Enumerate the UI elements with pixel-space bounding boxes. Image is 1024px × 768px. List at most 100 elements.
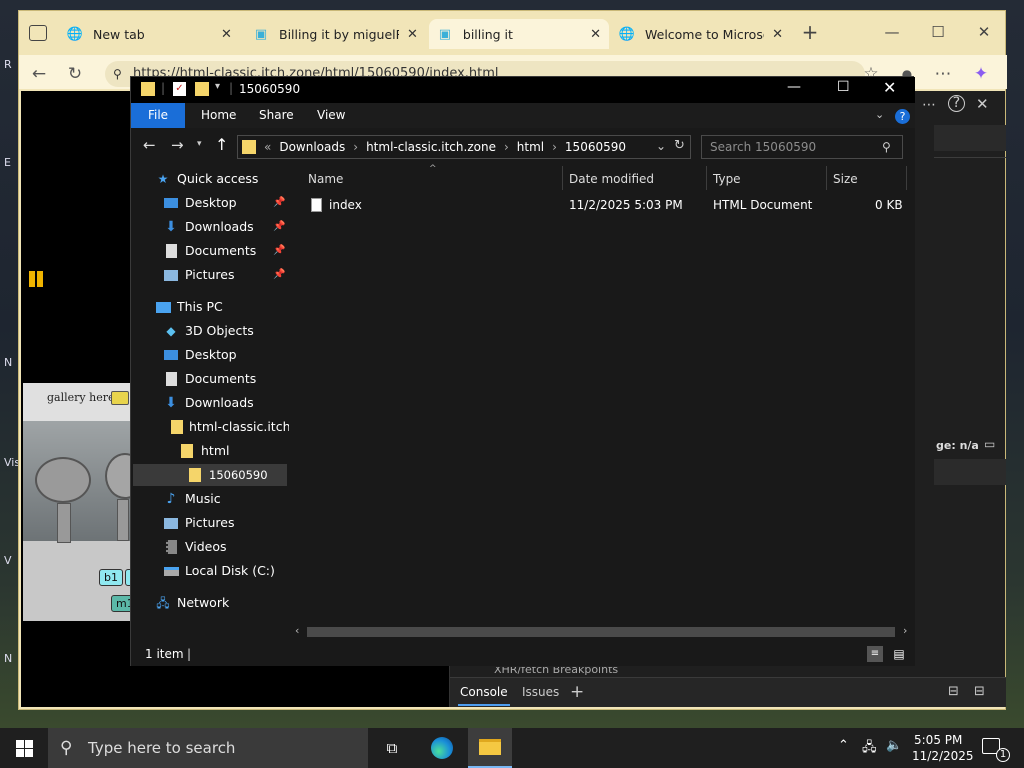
sidebar-item-network[interactable]: 🖧 Network: [155, 592, 229, 614]
chevron-down-icon[interactable]: ⌄: [875, 108, 884, 121]
sidebar-item-music[interactable]: ♪ Music: [163, 488, 221, 510]
tab-actions-icon[interactable]: [29, 25, 47, 41]
details-view-icon[interactable]: ≡: [867, 646, 883, 662]
download-icon: ⬇: [165, 219, 177, 235]
maximize-icon[interactable]: ☐: [921, 19, 955, 45]
back-icon[interactable]: ←: [27, 62, 51, 86]
minimize-icon[interactable]: —: [787, 79, 801, 95]
sidebar-item-local-disk[interactable]: Local Disk (C:): [163, 560, 275, 582]
sidebar-item-quick-access[interactable]: ★ Quick access: [155, 168, 259, 190]
breadcrumb-itch-zone[interactable]: html-classic.itch.zone: [366, 140, 496, 154]
scroll-left-icon[interactable]: ‹: [295, 624, 299, 637]
sidebar-item-this-pc[interactable]: This PC: [155, 296, 223, 318]
breadcrumb-15060590[interactable]: 15060590: [565, 140, 626, 154]
help-icon[interactable]: ?: [895, 109, 910, 124]
maximize-icon[interactable]: ☐: [837, 79, 850, 95]
address-breadcrumb[interactable]: « Downloads › html-classic.itch.zone › h…: [237, 135, 691, 159]
sidebar-item-videos[interactable]: Videos: [163, 536, 227, 558]
column-header-date[interactable]: Date modified: [569, 166, 654, 192]
clock-time[interactable]: 5:05 PM: [914, 733, 962, 747]
file-row[interactable]: index 11/2/2025 5:03 PM HTML Document 0 …: [291, 194, 915, 216]
tab-billing-it[interactable]: ▣ billing it ✕: [429, 19, 609, 49]
sidebar-item-pc-downloads[interactable]: ⬇ Downloads: [163, 392, 254, 414]
scroll-right-icon[interactable]: ›: [903, 624, 907, 637]
chevron-down-icon[interactable]: ⌄: [656, 139, 666, 153]
recent-locations-icon[interactable]: ▾: [197, 139, 202, 149]
chevron-right-icon[interactable]: ›: [552, 140, 557, 154]
scrollbar-thumb[interactable]: [307, 627, 895, 637]
close-icon[interactable]: ✕: [883, 78, 896, 97]
close-icon[interactable]: ✕: [772, 27, 783, 42]
gallery-icon[interactable]: [111, 391, 129, 405]
pause-icon[interactable]: [29, 271, 35, 287]
column-header-size[interactable]: Size: [833, 166, 858, 192]
sidebar-item-documents[interactable]: Documents: [163, 240, 256, 262]
tab-home[interactable]: Home: [187, 103, 250, 128]
sidebar-item-pictures[interactable]: Pictures: [163, 264, 235, 286]
file-explorer-icon[interactable]: [468, 728, 512, 768]
refresh-icon[interactable]: ↻: [674, 138, 685, 153]
chevron-right-icon[interactable]: ›: [504, 140, 509, 154]
edge-icon[interactable]: [420, 728, 464, 768]
tab-new-tab[interactable]: 🌐 New tab ✕: [59, 19, 245, 49]
more-icon[interactable]: ⋯: [931, 62, 955, 86]
screenshot-icon[interactable]: ▭: [984, 437, 995, 451]
forward-icon[interactable]: →: [171, 136, 184, 154]
sidebar-item-html[interactable]: html: [179, 440, 229, 462]
sidebar-item-15060590[interactable]: 15060590: [133, 464, 287, 486]
more-icon[interactable]: ⋯: [922, 97, 936, 113]
refresh-icon[interactable]: ↻: [63, 62, 87, 86]
copilot-icon[interactable]: ✦: [969, 62, 993, 86]
taskbar-search[interactable]: ⚲ Type here to search: [48, 728, 368, 768]
tab-issues[interactable]: Issues: [522, 678, 559, 706]
tab-share[interactable]: Share: [245, 103, 308, 128]
horizontal-scrollbar[interactable]: ‹ ›: [291, 624, 915, 640]
site-info-icon[interactable]: ⚲: [113, 61, 122, 87]
properties-icon[interactable]: ✓: [173, 82, 186, 96]
task-view-icon[interactable]: ⧉: [370, 728, 414, 768]
new-tab-icon[interactable]: +: [793, 19, 827, 45]
tab-welcome[interactable]: 🌐 Welcome to Microsoft ✕: [611, 19, 791, 49]
close-icon[interactable]: ✕: [976, 95, 989, 113]
chevron-up-icon[interactable]: ⌃: [838, 738, 849, 753]
close-icon[interactable]: ✕: [407, 27, 418, 42]
tab-file[interactable]: File: [131, 103, 185, 128]
network-icon[interactable]: 🖧: [862, 738, 877, 760]
column-header-name[interactable]: Name: [308, 166, 343, 192]
sidebar-item-pc-desktop[interactable]: Desktop: [163, 344, 237, 366]
close-icon[interactable]: ✕: [221, 27, 232, 42]
clock-date[interactable]: 11/2/2025: [912, 749, 974, 763]
pause-icon[interactable]: [37, 271, 43, 287]
breadcrumb-html[interactable]: html: [517, 140, 544, 154]
sidebar-item-pc-pictures[interactable]: Pictures: [163, 512, 235, 534]
new-folder-icon[interactable]: [195, 82, 209, 96]
tab-console[interactable]: Console: [458, 678, 510, 706]
sidebar-item-pc-documents[interactable]: Documents: [163, 368, 256, 390]
close-icon[interactable]: ✕: [967, 19, 1001, 45]
windows-start-icon[interactable]: [2, 728, 46, 768]
large-icons-view-icon[interactable]: ▤: [891, 646, 907, 662]
sidebar-item-3d-objects[interactable]: ◆ 3D Objects: [163, 320, 253, 342]
sidebar-item-desktop[interactable]: Desktop: [163, 192, 237, 214]
help-icon[interactable]: ?: [948, 95, 965, 112]
sidebar-item-itch-zone[interactable]: html-classic.itch.z: [171, 416, 289, 438]
dock-icon[interactable]: ⊟: [948, 684, 959, 699]
column-header-type[interactable]: Type: [713, 166, 741, 192]
tab-view[interactable]: View: [303, 103, 359, 128]
back-icon[interactable]: ←: [143, 136, 156, 154]
up-icon[interactable]: ↑: [215, 135, 228, 154]
chevron-right-icon[interactable]: ›: [353, 140, 358, 154]
minimize-icon[interactable]: —: [875, 19, 909, 45]
collapse-icon[interactable]: ⊟: [974, 684, 985, 699]
volume-muted-icon[interactable]: 🔈: [886, 738, 902, 753]
search-input[interactable]: Search 15060590 ⚲: [701, 135, 903, 159]
sidebar-item-downloads[interactable]: ⬇ Downloads: [163, 216, 254, 238]
breadcrumb-downloads[interactable]: Downloads: [279, 140, 345, 154]
customize-toolbar-icon[interactable]: ▾: [215, 81, 220, 92]
pin-icon: 📌: [273, 269, 286, 280]
sound-button-b1[interactable]: b1: [99, 569, 123, 586]
tab-billing-it-by[interactable]: ▣ Billing it by miguelRob ✕: [245, 19, 427, 49]
overflow-icon[interactable]: «: [264, 140, 271, 154]
add-tab-icon[interactable]: +: [570, 678, 584, 706]
close-icon[interactable]: ✕: [590, 27, 601, 42]
